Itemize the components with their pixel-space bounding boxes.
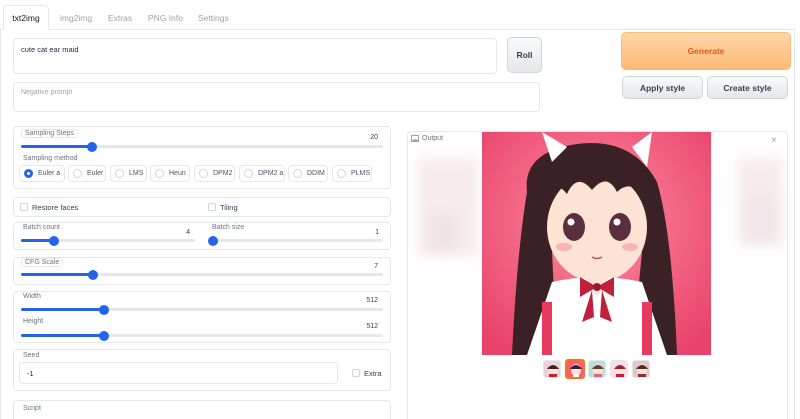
radio-ddim[interactable]: DDIM (288, 165, 328, 182)
script-panel (13, 400, 391, 419)
thumbnail-art (589, 361, 605, 377)
output-label: Output (422, 135, 444, 142)
batch-size-slider[interactable] (208, 235, 383, 246)
radio-icon (73, 169, 82, 178)
height-fill (21, 334, 105, 337)
cfg-scale-value[interactable]: 7 (348, 263, 378, 270)
restore-faces-label: Restore faces (32, 203, 79, 212)
seed-input[interactable]: -1 (19, 362, 338, 384)
batch-panel (13, 222, 391, 250)
radio-icon (155, 169, 164, 178)
seed-label: Seed (23, 352, 40, 359)
tab-extras[interactable]: Extras (106, 8, 134, 30)
batch-size-thumb[interactable] (208, 235, 218, 246)
tab-settings[interactable]: Settings (196, 8, 231, 30)
radio-label: LMS (129, 170, 144, 177)
sampling-steps-label: Sampling Steps (21, 129, 79, 138)
radio-icon (337, 169, 346, 178)
height-value[interactable]: 512 (338, 323, 378, 330)
sampling-steps-fill (21, 145, 92, 148)
cfg-panel (13, 257, 391, 285)
output-thumbnail-selected[interactable] (565, 359, 585, 379)
radio-icon (244, 169, 253, 178)
thumbnail-art (611, 361, 627, 377)
radio-euler-a[interactable]: Euler a (19, 165, 65, 182)
radio-euler[interactable]: Euler (68, 165, 106, 182)
height-thumb[interactable] (99, 330, 110, 341)
radio-label: DDIM (307, 170, 325, 177)
radio-lms[interactable]: LMS (110, 165, 147, 182)
cfg-scale-thumb[interactable] (88, 269, 99, 280)
batch-count-thumb[interactable] (49, 235, 60, 246)
script-label: Script (23, 405, 41, 412)
sampling-steps-value[interactable]: 20 (340, 134, 378, 141)
extra-checkbox[interactable] (352, 369, 360, 377)
output-thumbnail[interactable] (543, 360, 561, 378)
tab-img2img[interactable]: img2img (58, 8, 94, 30)
output-image (482, 132, 711, 355)
batch-count-slider[interactable] (21, 235, 195, 246)
output-thumbnail[interactable] (632, 360, 650, 378)
roll-button[interactable]: Roll (507, 37, 542, 73)
radio-dpm2-a[interactable]: DPM2 a (239, 165, 285, 182)
radio-label: DPM2 a (258, 170, 284, 177)
tiling-checkbox[interactable] (208, 203, 216, 211)
batch-count-label: Batch count (23, 224, 60, 231)
cfg-scale-slider[interactable] (21, 269, 383, 280)
tab-txt2img[interactable]: txt2img (3, 5, 49, 30)
tiling-label: Tiling (220, 203, 238, 212)
apply-style-button[interactable]: Apply style (622, 76, 703, 99)
radio-icon (115, 169, 124, 178)
sampling-method-label: Sampling method (23, 155, 78, 162)
thumbnail-art (633, 361, 649, 377)
sampling-steps-thumb[interactable] (86, 141, 97, 152)
extra-label: Extra (364, 369, 382, 378)
radio-icon (293, 169, 302, 178)
radio-label: PLMS (351, 170, 371, 177)
cfg-scale-fill (21, 273, 94, 276)
width-fill (21, 308, 105, 311)
prompt-input[interactable]: cute cat ear maid (13, 38, 497, 74)
radio-label: DPM2 (213, 170, 233, 177)
negative-prompt-input[interactable]: Negative prompt (13, 82, 540, 112)
generate-button[interactable]: Generate (621, 32, 791, 70)
width-label: Width (23, 293, 41, 300)
width-value[interactable]: 512 (338, 297, 378, 304)
thumbnail-art (567, 361, 583, 377)
batch-size-label: Batch size (212, 224, 245, 231)
thumbnail-art (544, 361, 560, 377)
height-label: Height (23, 318, 44, 325)
radio-label: Heun (169, 170, 186, 177)
radio-plms[interactable]: PLMS (332, 165, 372, 182)
width-slider[interactable] (21, 304, 383, 315)
width-thumb[interactable] (99, 304, 110, 315)
radio-label: Euler (87, 170, 104, 177)
radio-label: Euler a (38, 170, 61, 177)
generated-image-art (482, 132, 711, 355)
batch-size-value[interactable]: 1 (349, 229, 379, 236)
batch-count-value[interactable]: 4 (160, 229, 190, 236)
output-thumbnail[interactable] (588, 360, 606, 378)
height-slider[interactable] (21, 330, 383, 341)
radio-selected-icon (24, 169, 33, 178)
restore-faces-checkbox[interactable] (20, 203, 28, 211)
output-thumbnail[interactable] (610, 360, 628, 378)
image-icon (411, 135, 419, 142)
sampling-steps-slider[interactable] (21, 141, 383, 152)
create-style-button[interactable]: Create style (707, 76, 788, 99)
radio-heun[interactable]: Heun (150, 165, 190, 182)
radio-dpm2[interactable]: DPM2 (194, 165, 235, 182)
cfg-scale-label: CFG Scale (21, 258, 64, 267)
radio-icon (199, 169, 208, 178)
close-icon[interactable]: × (771, 136, 777, 146)
tab-png-info[interactable]: PNG Info (146, 8, 185, 30)
output-label-wrap: Output (411, 135, 443, 142)
